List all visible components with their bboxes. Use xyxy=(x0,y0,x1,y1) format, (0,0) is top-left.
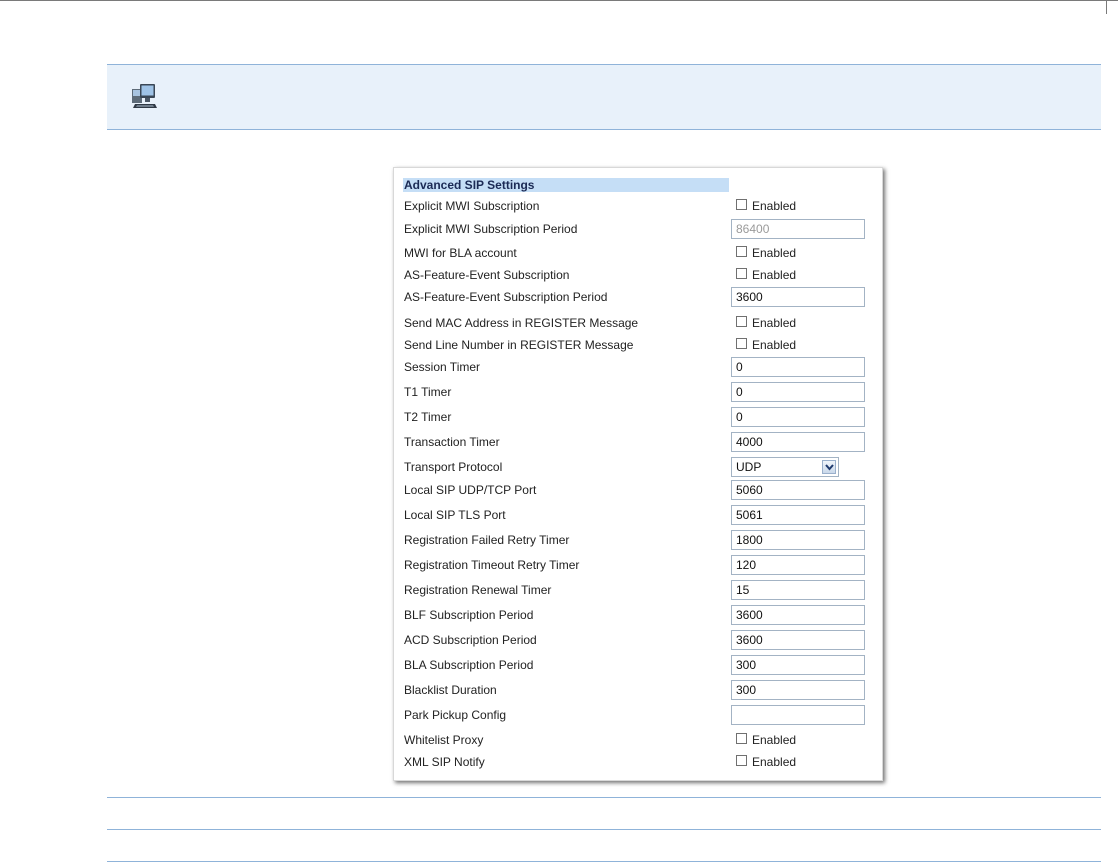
setting-label: Session Timer xyxy=(404,360,481,374)
setting-text-field[interactable]: 5060 xyxy=(731,480,865,500)
setting-label: ACD Subscription Period xyxy=(404,633,537,647)
top-rule-tick xyxy=(1106,0,1107,14)
setting-label: Registration Renewal Timer xyxy=(404,583,552,597)
settings-row: Send Line Number in REGISTER Message Enab… xyxy=(394,335,884,355)
settings-row: Registration Renewal Timer 15 xyxy=(394,580,884,600)
settings-row: AS-Feature-Event Subscription Enabled xyxy=(394,265,884,285)
checkbox-label: Enabled xyxy=(752,316,797,330)
setting-text-field[interactable]: 0 xyxy=(731,407,865,427)
checkbox-label: Enabled xyxy=(752,733,797,747)
setting-text-field[interactable]: 0 xyxy=(731,382,865,402)
setting-label: T2 Timer xyxy=(404,410,452,424)
setting-label: Registration Timeout Retry Timer xyxy=(404,558,580,572)
settings-row: Session Timer 0 xyxy=(394,357,884,377)
checkbox-label: Enabled xyxy=(752,246,797,260)
setting-label: Blacklist Duration xyxy=(404,683,497,697)
settings-row: Park Pickup Config xyxy=(394,705,884,725)
web-ui-computer-icon xyxy=(129,81,159,111)
setting-text-field[interactable]: 3600 xyxy=(731,605,865,625)
setting-label: Transport Protocol xyxy=(404,460,503,474)
setting-label: Whitelist Proxy xyxy=(404,733,484,747)
setting-label: Send Line Number in REGISTER Message xyxy=(404,338,634,352)
setting-label: XML SIP Notify xyxy=(404,755,485,769)
setting-label: Explicit MWI Subscription xyxy=(404,199,540,213)
setting-label: BLF Subscription Period xyxy=(404,608,534,622)
setting-label: AS-Feature-Event Subscription xyxy=(404,268,570,282)
settings-row: AS-Feature-Event Subscription Period 3600 xyxy=(394,287,884,307)
setting-text-field: 86400 xyxy=(731,219,865,239)
select-value: UDP xyxy=(736,460,762,474)
settings-row: T1 Timer 0 xyxy=(394,382,884,402)
settings-row: Blacklist Duration 300 xyxy=(394,680,884,700)
divider-rule xyxy=(107,829,1101,830)
setting-text-field[interactable]: 3600 xyxy=(731,287,865,307)
checkbox-label: Enabled xyxy=(752,338,797,352)
settings-row: Whitelist Proxy Enabled xyxy=(394,730,884,750)
settings-row: Transaction Timer 4000 xyxy=(394,432,884,452)
setting-label: Transaction Timer xyxy=(404,435,500,449)
setting-text-field[interactable]: 120 xyxy=(731,555,865,575)
enabled-checkbox[interactable] xyxy=(736,733,747,744)
settings-row: ACD Subscription Period 3600 xyxy=(394,630,884,650)
settings-row: T2 Timer 0 xyxy=(394,407,884,427)
chevron-down-icon[interactable] xyxy=(822,460,836,474)
divider-rule xyxy=(107,797,1101,798)
setting-text-field[interactable]: 3600 xyxy=(731,630,865,650)
enabled-checkbox[interactable] xyxy=(736,199,747,210)
checkbox-label: Enabled xyxy=(752,268,797,282)
settings-row: Local SIP UDP/TCP Port 5060 xyxy=(394,480,884,500)
setting-label: AS-Feature-Event Subscription Period xyxy=(404,290,608,304)
enabled-checkbox[interactable] xyxy=(736,316,747,327)
settings-row: BLF Subscription Period 3600 xyxy=(394,605,884,625)
setting-label: T1 Timer xyxy=(404,385,452,399)
note-banner xyxy=(107,64,1101,130)
setting-text-field[interactable]: 300 xyxy=(731,655,865,675)
setting-text-field[interactable]: 5061 xyxy=(731,505,865,525)
setting-text-field[interactable]: 0 xyxy=(731,357,865,377)
enabled-checkbox[interactable] xyxy=(736,246,747,257)
setting-text-field[interactable] xyxy=(731,705,865,725)
setting-label: Local SIP UDP/TCP Port xyxy=(404,483,537,497)
section-title: Advanced SIP Settings xyxy=(403,178,729,192)
settings-row: Transport Protocol UDP xyxy=(394,457,884,477)
settings-row: Explicit MWI Subscription Period 86400 xyxy=(394,219,884,239)
settings-row: BLA Subscription Period 300 xyxy=(394,655,884,675)
settings-row: XML SIP Notify Enabled xyxy=(394,752,884,772)
setting-label: Explicit MWI Subscription Period xyxy=(404,222,578,236)
setting-label: Local SIP TLS Port xyxy=(404,508,506,522)
setting-label: Send MAC Address in REGISTER Message xyxy=(404,316,639,330)
settings-row: Registration Failed Retry Timer 1800 xyxy=(394,530,884,550)
setting-text-field[interactable]: 1800 xyxy=(731,530,865,550)
checkbox-label: Enabled xyxy=(752,755,797,769)
top-rule xyxy=(0,0,1118,1)
setting-label: Registration Failed Retry Timer xyxy=(404,533,570,547)
setting-text-field[interactable]: 300 xyxy=(731,680,865,700)
setting-label: BLA Subscription Period xyxy=(404,658,534,672)
setting-text-field[interactable]: 4000 xyxy=(731,432,865,452)
setting-label: Park Pickup Config xyxy=(404,708,507,722)
setting-text-field[interactable]: 15 xyxy=(731,580,865,600)
checkbox-label: Enabled xyxy=(752,199,797,213)
enabled-checkbox[interactable] xyxy=(736,755,747,766)
enabled-checkbox[interactable] xyxy=(736,338,747,349)
settings-row: Explicit MWI Subscription Enabled xyxy=(394,196,884,216)
settings-row: Send MAC Address in REGISTER Message Enab… xyxy=(394,313,884,333)
advanced-sip-settings-panel: Advanced SIP Settings Explicit MWI Subsc… xyxy=(393,167,883,781)
settings-row: Registration Timeout Retry Timer 120 xyxy=(394,555,884,575)
enabled-checkbox[interactable] xyxy=(736,268,747,279)
setting-label: MWI for BLA account xyxy=(404,246,517,260)
settings-row: Local SIP TLS Port 5061 xyxy=(394,505,884,525)
settings-row: MWI for BLA account Enabled xyxy=(394,243,884,263)
transport-protocol-select[interactable]: UDP xyxy=(731,457,839,477)
